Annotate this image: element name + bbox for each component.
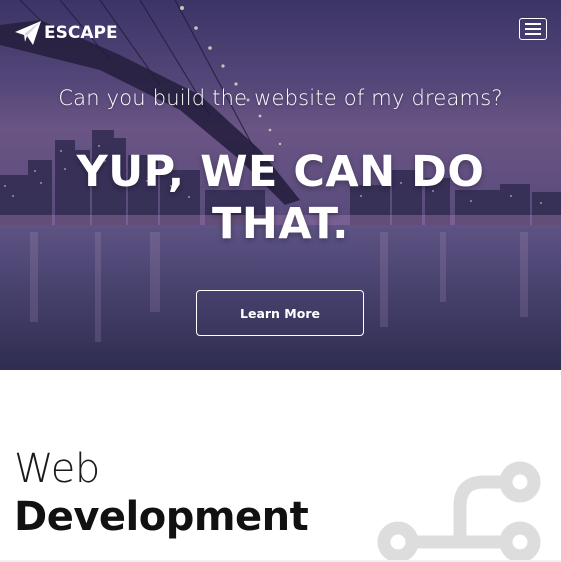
hero-section: ESCAPE Can you build the website of my d…: [0, 0, 561, 370]
brand-name: ESCAPE: [44, 23, 118, 43]
paper-plane-icon: [15, 21, 41, 45]
code-branch-icon: [377, 461, 541, 562]
hamburger-icon-line: [525, 23, 541, 25]
learn-more-button[interactable]: Learn More: [196, 290, 364, 336]
hamburger-icon-line: [525, 28, 541, 30]
section-title-light: Web: [14, 446, 100, 492]
hamburger-icon-line: [525, 33, 541, 35]
services-section: Web Development: [0, 370, 561, 562]
hamburger-menu-button[interactable]: [519, 18, 547, 40]
hero-tagline: Can you build the website of my dreams?: [58, 86, 503, 110]
brand-logo[interactable]: ESCAPE: [14, 20, 118, 46]
section-title-bold: Development: [14, 494, 309, 540]
hero-headline: YUP, WE CAN DO THAT.: [76, 147, 485, 249]
